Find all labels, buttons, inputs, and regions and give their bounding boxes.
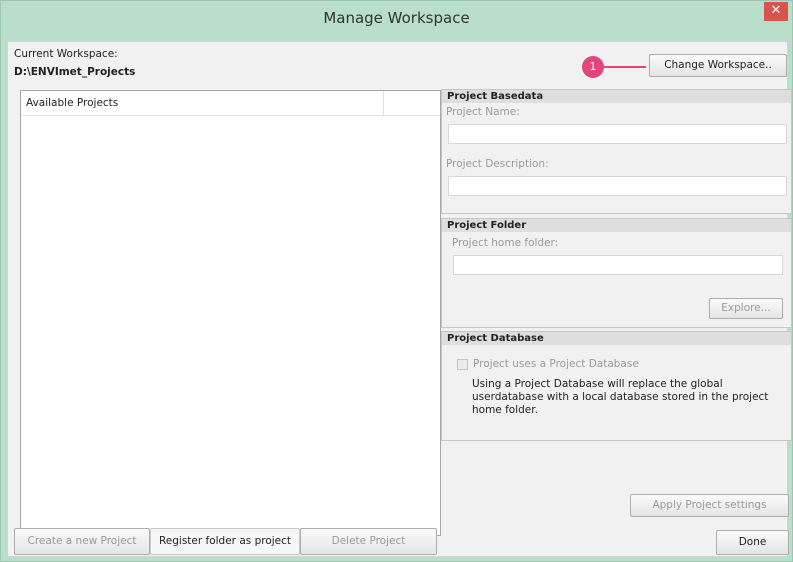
column-header-projects[interactable]: Available Projects: [26, 97, 118, 109]
current-workspace-label: Current Workspace:: [14, 48, 118, 60]
available-projects-list[interactable]: Available Projects: [20, 90, 441, 536]
project-name-input[interactable]: [448, 124, 787, 144]
close-icon[interactable]: ✕: [764, 2, 788, 21]
project-folder-group: Project Folder Project home folder: Expl…: [441, 218, 792, 328]
dialog-body: Current Workspace: D:\ENVImet_Projects 1…: [7, 41, 792, 557]
title-bar[interactable]: Manage Workspace ✕: [1, 1, 792, 34]
project-description-label: Project Description:: [446, 158, 549, 170]
register-folder-button[interactable]: Register folder as project: [150, 528, 300, 555]
done-button[interactable]: Done: [716, 530, 789, 555]
callout-marker: 1: [582, 56, 604, 78]
use-project-database-checkbox[interactable]: [457, 359, 468, 370]
project-name-label: Project Name:: [446, 106, 520, 118]
use-project-database-label[interactable]: Project uses a Project Database: [473, 358, 639, 370]
project-description-input[interactable]: [448, 176, 787, 196]
column-separator[interactable]: [383, 91, 384, 115]
project-home-folder-label: Project home folder:: [452, 237, 559, 249]
change-workspace-label: Change Workspace..: [664, 59, 772, 71]
folder-header: Project Folder: [442, 219, 791, 232]
current-workspace-path: D:\ENVImet_Projects: [14, 66, 136, 78]
create-project-button[interactable]: Create a new Project: [14, 528, 150, 555]
database-header: Project Database: [442, 332, 791, 345]
basedata-header: Project Basedata: [442, 90, 791, 103]
callout-line: [604, 66, 646, 68]
list-header: Available Projects: [21, 91, 440, 116]
project-home-folder-input[interactable]: [453, 255, 783, 275]
delete-project-button[interactable]: Delete Project: [300, 528, 437, 555]
explore-button[interactable]: Explore...: [709, 298, 783, 319]
project-database-group: Project Database Project uses a Project …: [441, 331, 792, 441]
database-info-text: Using a Project Database will replace th…: [472, 378, 769, 416]
change-workspace-button[interactable]: Change Workspace..: [649, 54, 787, 77]
project-basedata-group: Project Basedata Project Name: Project D…: [441, 89, 792, 214]
manage-workspace-window: Manage Workspace ✕ Current Workspace: D:…: [0, 0, 793, 562]
window-title: Manage Workspace: [323, 9, 470, 27]
apply-project-settings-button[interactable]: Apply Project settings: [630, 494, 789, 517]
